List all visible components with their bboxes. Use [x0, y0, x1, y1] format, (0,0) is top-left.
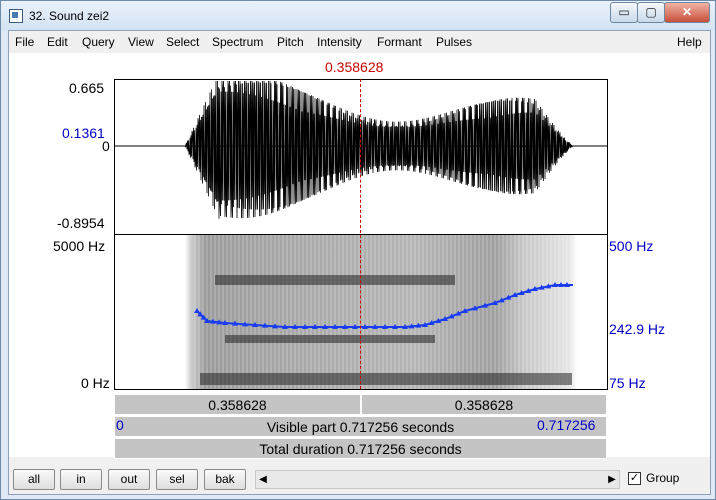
menu-file[interactable]: File	[15, 35, 34, 49]
menu-pulses[interactable]: Pulses	[436, 35, 472, 49]
zoom-selection-button[interactable]: sel	[156, 469, 198, 490]
menu-pitch[interactable]: Pitch	[277, 35, 304, 49]
title-bar: 32. Sound zei2 ▭ ▢ ✕	[1, 1, 715, 30]
waveform-cursor-value-label: 0.1361	[62, 125, 105, 141]
maximize-button[interactable]: ▢	[637, 2, 665, 23]
scroll-left-icon[interactable]: ◀	[256, 471, 270, 488]
total-duration-bar[interactable]: Total duration 0.717256 seconds	[114, 438, 607, 459]
visible-end-label: 0.717256	[537, 417, 596, 433]
visible-start-label: 0	[116, 417, 124, 433]
scroll-right-icon[interactable]: ▶	[605, 471, 619, 488]
pitch-top-label: 500 Hz	[609, 238, 654, 254]
zoom-back-button[interactable]: bak	[204, 469, 246, 490]
bottom-toolbar: all in out sel bak ◀ ▶ ✓ Group	[9, 465, 710, 494]
pitch-mid-label: 242.9 Hz	[609, 321, 666, 337]
zoom-all-button[interactable]: all	[13, 469, 55, 490]
waveform-zero-label: 0	[102, 138, 110, 154]
menu-spectrum[interactable]: Spectrum	[212, 35, 263, 49]
cursor-time-label: 0.358628	[325, 59, 384, 75]
editor-panel[interactable]: 0.358628 0.665 0.1361 0 -0.8954 5000 Hz …	[9, 53, 710, 459]
visible-part-label: Visible part 0.717256 seconds	[266, 419, 455, 435]
zoom-in-button[interactable]: in	[60, 469, 102, 490]
menu-bar: File Edit Query View Select Spectrum Pit…	[9, 31, 710, 53]
minimize-button[interactable]: ▭	[610, 2, 638, 23]
menu-query[interactable]: Query	[82, 35, 115, 49]
app-icon	[9, 9, 23, 23]
zoom-out-button[interactable]: out	[108, 469, 150, 490]
group-checkbox[interactable]: ✓	[628, 472, 641, 485]
menu-view[interactable]: View	[128, 35, 154, 49]
sound-editor-window: 32. Sound zei2 ▭ ▢ ✕ File Edit Query Vie…	[0, 0, 716, 500]
menu-select[interactable]: Select	[166, 35, 199, 49]
spectrogram-bottom-freq: 0 Hz	[81, 375, 110, 391]
group-label: Group	[646, 471, 680, 485]
visible-part-bar[interactable]: Visible part 0.717256 seconds	[114, 416, 607, 437]
window-title: 32. Sound zei2	[29, 9, 110, 23]
waveform-view[interactable]	[114, 79, 608, 235]
menu-help[interactable]: Help	[677, 35, 702, 49]
client-area: File Edit Query View Select Spectrum Pit…	[8, 30, 711, 495]
menu-formant[interactable]: Formant	[377, 35, 422, 49]
selection-left-bar[interactable]: 0.358628	[114, 394, 361, 415]
waveform-svg	[115, 80, 607, 219]
pitch-bottom-label: 75 Hz	[609, 375, 646, 391]
waveform-min-label: -0.8954	[57, 215, 105, 231]
selection-right-bar[interactable]: 0.358628	[361, 394, 607, 415]
spectrogram-svg	[194, 235, 573, 389]
spectrogram-top-freq: 5000 Hz	[53, 238, 106, 254]
waveform-max-label: 0.665	[69, 80, 105, 96]
spectrogram-view[interactable]	[114, 234, 608, 390]
menu-intensity[interactable]: Intensity	[317, 35, 362, 49]
cursor-line	[360, 79, 361, 389]
close-button[interactable]: ✕	[664, 2, 710, 23]
horizontal-scrollbar[interactable]: ◀ ▶	[255, 470, 620, 489]
menu-edit[interactable]: Edit	[47, 35, 68, 49]
